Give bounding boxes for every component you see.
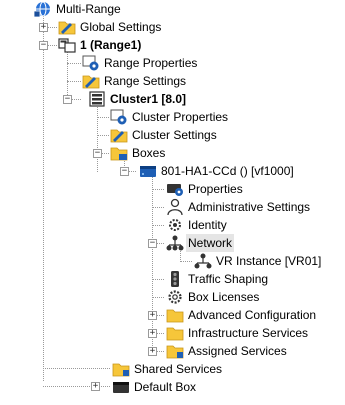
range-boxes-icon — [58, 36, 76, 54]
folder-icon — [82, 72, 100, 90]
tree-node-label: Range Properties — [104, 56, 198, 70]
tree-line — [152, 176, 153, 352]
tree-line — [67, 50, 68, 97]
person-icon — [166, 198, 184, 216]
collapse-range-button[interactable]: − — [39, 41, 48, 50]
tree-line — [152, 279, 164, 280]
license-gear-icon — [166, 288, 184, 306]
expand-default-box-button[interactable]: + — [91, 382, 100, 391]
tree-line — [152, 297, 164, 298]
expand-global-settings-button[interactable]: + — [39, 23, 48, 32]
folder-icon — [112, 360, 130, 378]
folder-icon — [166, 306, 184, 324]
tree-node-label: 801-HA1-CCd () [vf1000] — [161, 164, 294, 178]
tree-node-label: Identity — [188, 218, 227, 232]
traffic-light-icon — [166, 270, 184, 288]
tree-node-label: Infrastructure Services — [188, 326, 309, 340]
tree-node-label: Shared Services — [134, 362, 223, 376]
tree-line — [97, 104, 98, 152]
folder-icon — [58, 18, 76, 36]
tree-line — [43, 14, 44, 381]
network-globe-icon — [33, 0, 52, 18]
tree-line — [67, 63, 81, 64]
tree-node-label: Default Box — [134, 380, 197, 394]
expand-advanced-configuration-button[interactable]: + — [148, 311, 157, 320]
network-tree-icon — [194, 252, 212, 270]
tree-node-label: Network — [186, 234, 235, 252]
tree-line — [152, 225, 164, 226]
server-cluster-icon — [88, 90, 106, 108]
box-device-icon — [112, 378, 130, 396]
collapse-box-button[interactable]: − — [120, 167, 129, 176]
identity-gear-icon — [166, 216, 184, 234]
tree-node-label: Cluster1 [8.0] — [110, 92, 187, 106]
folder-icon — [110, 126, 128, 144]
tree-line — [67, 81, 81, 82]
folder-icon — [166, 324, 184, 342]
tree-node-label: Administrative Settings — [188, 200, 311, 214]
tree-line — [180, 261, 192, 262]
tree-node-label: Cluster Properties — [132, 110, 229, 124]
network-tree-icon — [166, 234, 184, 252]
tree-node-label: Global Settings — [80, 20, 162, 34]
collapse-boxes-button[interactable]: − — [93, 149, 102, 158]
tree-node-label: Cluster Settings — [132, 128, 217, 142]
tree-node-label: Multi-Range — [56, 2, 121, 16]
tree-node-label: Range Settings — [104, 74, 187, 88]
tree-line — [152, 189, 164, 190]
folder-icon — [166, 342, 184, 360]
tree-line — [97, 135, 109, 136]
tree-node-label: Traffic Shaping — [188, 272, 269, 286]
tree-node-label: Properties — [188, 182, 243, 196]
expand-assigned-services-button[interactable]: + — [148, 347, 157, 356]
expand-infrastructure-services-button[interactable]: + — [148, 329, 157, 338]
tree-node-label: VR Instance [VR01] — [216, 254, 322, 268]
gear-icon — [110, 108, 128, 126]
tree-node-label: Assigned Services — [188, 344, 287, 358]
folder-icon — [110, 144, 128, 162]
box-device-icon — [139, 162, 157, 180]
collapse-network-button[interactable]: − — [148, 239, 157, 248]
tree-line — [97, 117, 109, 118]
tree-node-label: Advanced Configuration — [188, 308, 317, 322]
tree-node-label: Box Licenses — [188, 290, 260, 304]
collapse-cluster-button[interactable]: − — [63, 95, 72, 104]
gear-icon — [82, 54, 100, 72]
tree-node-label: 1 (Range1) — [80, 38, 142, 52]
box-device-icon — [166, 180, 184, 198]
tree-line — [152, 207, 164, 208]
tree-line — [43, 368, 110, 369]
tree-node-label: Boxes — [132, 146, 166, 160]
